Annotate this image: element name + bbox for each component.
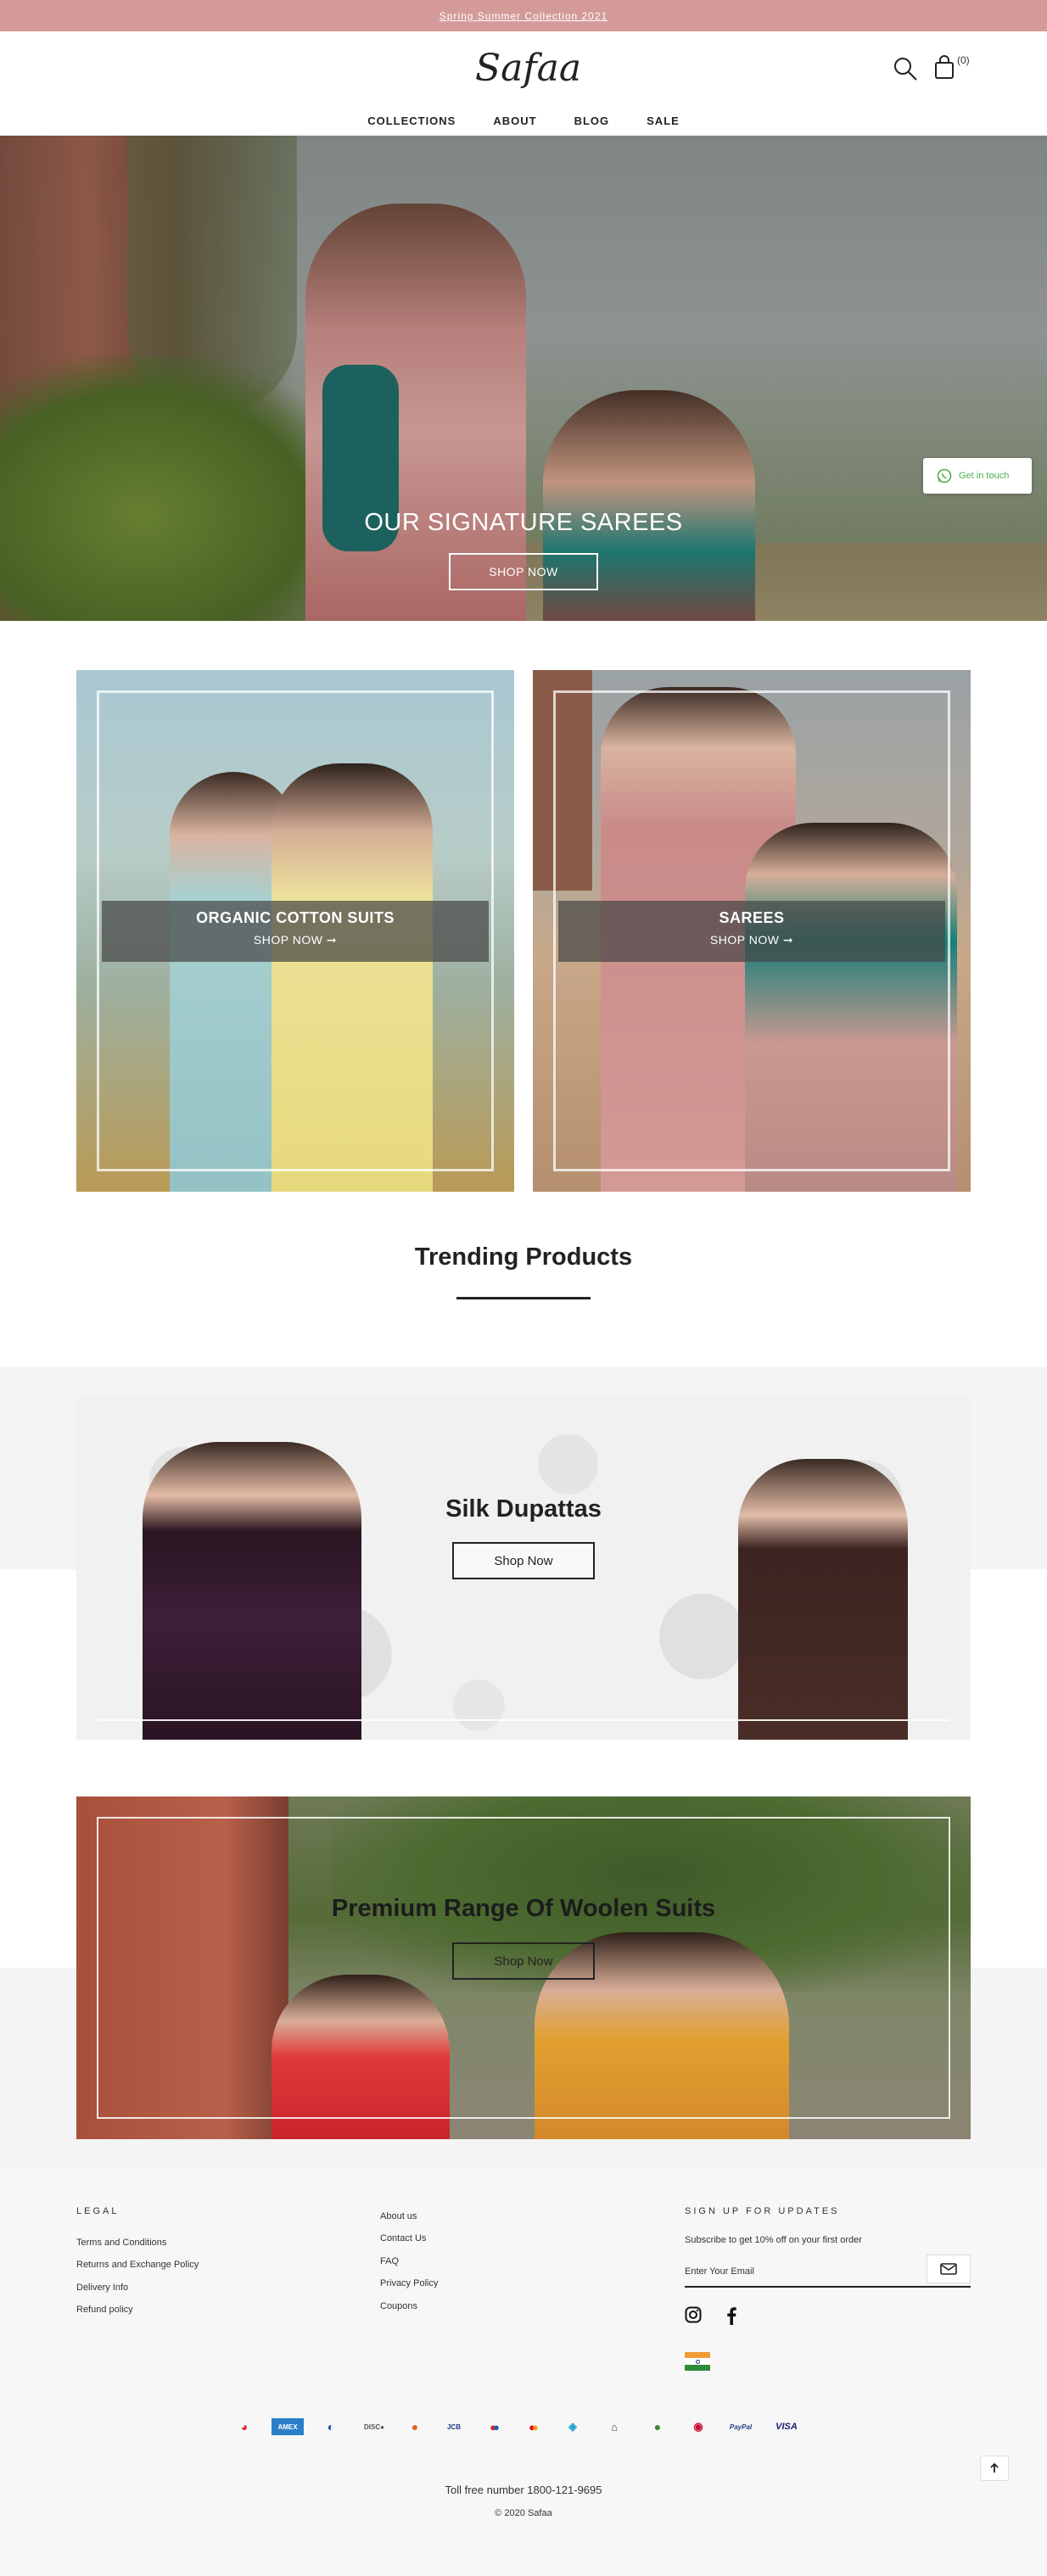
- trending-title: Trending Products: [414, 1243, 633, 1271]
- whatsapp-icon: [937, 468, 952, 483]
- dupatta-model-left: [143, 1442, 361, 1740]
- paytm-icon: ◉: [693, 2420, 703, 2433]
- footer-link-coupons[interactable]: Coupons: [380, 2301, 417, 2311]
- diners-icon: ◐: [327, 2420, 335, 2434]
- jcb-icon: JCB: [446, 2422, 461, 2431]
- site-logo[interactable]: Safaa: [475, 44, 581, 93]
- arrow-up-icon: [990, 2463, 999, 2473]
- visa-icon: VISA: [775, 2422, 798, 2432]
- instagram-icon[interactable]: [685, 2306, 702, 2327]
- signup-text: Subscribe to get 10% off on your first o…: [685, 2235, 862, 2245]
- email-submit-button[interactable]: [927, 2255, 971, 2283]
- card-title: ORGANIC COTTON SUITS: [196, 909, 395, 926]
- footer-link-terms[interactable]: Terms and Conditions: [76, 2238, 166, 2248]
- email-underline: [685, 2286, 971, 2288]
- mastercard-icon: ● ●: [529, 2420, 539, 2434]
- facebook-icon[interactable]: [726, 2306, 736, 2329]
- airtel-icon: ◕: [240, 2420, 249, 2434]
- copyright: © 2020 Safaa: [495, 2508, 552, 2518]
- envelope-icon: [940, 2263, 957, 2275]
- dupattas-shop-now-button[interactable]: Shop Now: [452, 1542, 595, 1579]
- signup-heading: SIGN UP FOR UPDATES: [685, 2206, 840, 2216]
- announcement-bar: Spring Summer Collection 2021: [0, 0, 1047, 31]
- mobikwik-icon: ◈: [568, 2420, 577, 2433]
- freecharge-icon: ●: [411, 2420, 419, 2434]
- trending-underline: [456, 1297, 591, 1299]
- cart-count: (0): [957, 54, 970, 66]
- hero-shop-now-button[interactable]: SHOP NOW: [449, 553, 598, 590]
- shopping-bag-icon[interactable]: [933, 54, 955, 80]
- discover-icon: DISC●: [364, 2422, 384, 2431]
- nav-about[interactable]: ABOUT: [493, 109, 536, 134]
- amex-icon: AMEX: [272, 2418, 304, 2435]
- netbanking-icon: ⌂: [611, 2420, 618, 2434]
- maestro-icon: ● ●: [490, 2420, 500, 2434]
- hero-title: OUR SIGNATURE SAREES: [364, 509, 683, 536]
- ola-icon: ●: [653, 2420, 662, 2434]
- card-shop-link[interactable]: SHOP NOW ➞: [102, 933, 489, 947]
- hero-banner: OUR SIGNATURE SAREES SHOP NOW: [0, 136, 1047, 621]
- email-input[interactable]: Enter Your Email: [685, 2266, 754, 2277]
- footer-link-privacy[interactable]: Privacy Policy: [380, 2278, 438, 2288]
- footer-link-refund[interactable]: Refund policy: [76, 2305, 133, 2315]
- whatsapp-button[interactable]: Get in touch: [923, 458, 1032, 494]
- card-shop-link[interactable]: SHOP NOW ➞: [558, 933, 945, 947]
- search-icon[interactable]: [893, 56, 918, 81]
- nav-collections[interactable]: COLLECTIONS: [367, 109, 456, 134]
- scroll-to-top-button[interactable]: [980, 2456, 1009, 2481]
- nav-blog[interactable]: BLOG: [574, 109, 610, 134]
- hero-overlay: [0, 136, 1047, 621]
- legal-heading: LEGAL: [76, 2206, 120, 2216]
- banner-woolen-suits[interactable]: Premium Range Of Woolen Suits Shop Now: [76, 1796, 971, 2139]
- nav-sale[interactable]: SALE: [647, 109, 680, 134]
- announcement-link[interactable]: Spring Summer Collection 2021: [440, 10, 607, 22]
- banner-frame-line: [98, 1719, 949, 1721]
- footer-link-about[interactable]: About us: [380, 2211, 417, 2221]
- collection-card-sarees[interactable]: SAREES SHOP NOW ➞: [533, 670, 971, 1192]
- footer-link-contact[interactable]: Contact Us: [380, 2233, 426, 2244]
- toll-free-number: Toll free number 1800-121-9695: [445, 2484, 602, 2496]
- footer-link-faq[interactable]: FAQ: [380, 2256, 399, 2266]
- card-title: SAREES: [719, 909, 785, 926]
- paypal-icon: PayPal: [729, 2422, 753, 2431]
- whatsapp-label: Get in touch: [959, 471, 1010, 481]
- footer-link-delivery[interactable]: Delivery Info: [76, 2283, 128, 2293]
- banner-silk-dupattas[interactable]: Silk Dupattas Shop Now: [76, 1395, 971, 1740]
- footer-link-returns[interactable]: Returns and Exchange Policy: [76, 2260, 199, 2270]
- india-flag-icon[interactable]: [685, 2352, 710, 2371]
- banner-title: Premium Range Of Woolen Suits: [331, 1895, 716, 1922]
- collection-card-cotton-suits[interactable]: ORGANIC COTTON SUITS SHOP NOW ➞: [76, 670, 514, 1192]
- woolen-shop-now-button[interactable]: Shop Now: [452, 1942, 595, 1980]
- banner-title: Silk Dupattas: [445, 1495, 602, 1523]
- main-nav: COLLECTIONS ABOUT BLOG SALE: [0, 109, 1047, 134]
